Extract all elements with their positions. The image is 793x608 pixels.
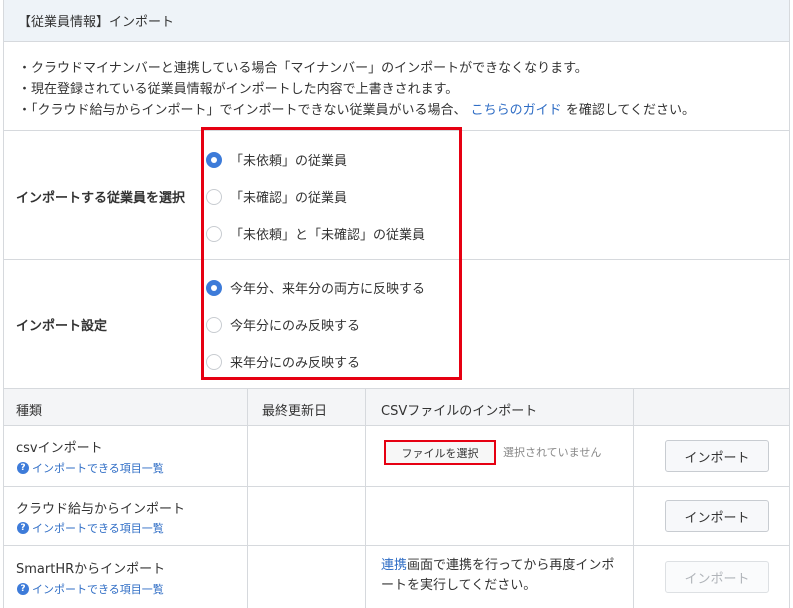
guide-link[interactable]: こちらのガイド: [471, 103, 562, 118]
file-status: 選択されていません: [503, 446, 602, 459]
employee-select-label: インポートする従業員を選択: [16, 191, 186, 206]
note-item: ・「クラウド給与からインポート」でインポートできない従業員がいる場合、 こちらの…: [18, 100, 695, 121]
row-title-csv: csvインポート: [16, 441, 103, 456]
item-list-link[interactable]: ? インポートできる項目一覧: [17, 460, 164, 476]
note-text: ・「クラウド給与からインポート」でインポートできない従業員がいる場合、: [18, 103, 467, 118]
column-header-last-updated: 最終更新日: [262, 404, 328, 419]
row-title-smarthr: SmartHRからインポート: [16, 562, 166, 577]
column-divider: [247, 388, 248, 608]
question-icon: ?: [17, 522, 29, 534]
notes-list: ・クラウドマイナンバーと連携している場合「マイナンバー」のインポートができなくな…: [18, 58, 695, 121]
item-list-link-label: インポートできる項目一覧: [32, 522, 164, 535]
smarthr-note-text: 画面で連携を行ってから再度インポートを実行してください。: [381, 558, 615, 593]
panel-header: 【従業員情報】インポート: [4, 0, 789, 42]
column-divider: [365, 388, 366, 608]
note-item: ・クラウドマイナンバーと連携している場合「マイナンバー」のインポートができなくな…: [18, 61, 588, 76]
import-panel: 【従業員情報】インポート ・クラウドマイナンバーと連携している場合「マイナンバー…: [3, 0, 790, 608]
file-select-button[interactable]: ファイルを選択: [384, 440, 496, 465]
panel-title: 【従業員情報】インポート: [18, 15, 175, 30]
column-header-type: 種類: [16, 404, 43, 419]
column-header-csv-import: CSVファイルのインポート: [381, 404, 538, 419]
item-list-link[interactable]: ? インポートできる項目一覧: [17, 520, 164, 536]
smarthr-note: 連携画面で連携を行ってから再度インポートを実行してください。: [381, 556, 626, 596]
integration-link[interactable]: 連携: [381, 558, 407, 573]
item-list-link-label: インポートできる項目一覧: [32, 583, 164, 596]
item-list-link-label: インポートできる項目一覧: [32, 462, 164, 475]
note-item: ・現在登録されている従業員情報がインポートした内容で上書きされます。: [18, 82, 459, 97]
note-text: を確認してください。: [565, 103, 696, 118]
item-list-link[interactable]: ? インポートできる項目一覧: [17, 581, 164, 597]
import-button-cloud-payroll[interactable]: インポート: [665, 500, 769, 532]
column-divider: [633, 388, 634, 608]
highlight-box: [201, 127, 462, 380]
question-icon: ?: [17, 462, 29, 474]
import-button-csv[interactable]: インポート: [665, 440, 769, 472]
row-title-cloud-payroll: クラウド給与からインポート: [16, 502, 186, 517]
row-divider: [4, 545, 789, 546]
import-settings-label: インポート設定: [16, 319, 108, 334]
question-icon: ?: [17, 583, 29, 595]
row-divider: [4, 486, 789, 487]
import-button-smarthr[interactable]: インポート: [665, 561, 769, 593]
